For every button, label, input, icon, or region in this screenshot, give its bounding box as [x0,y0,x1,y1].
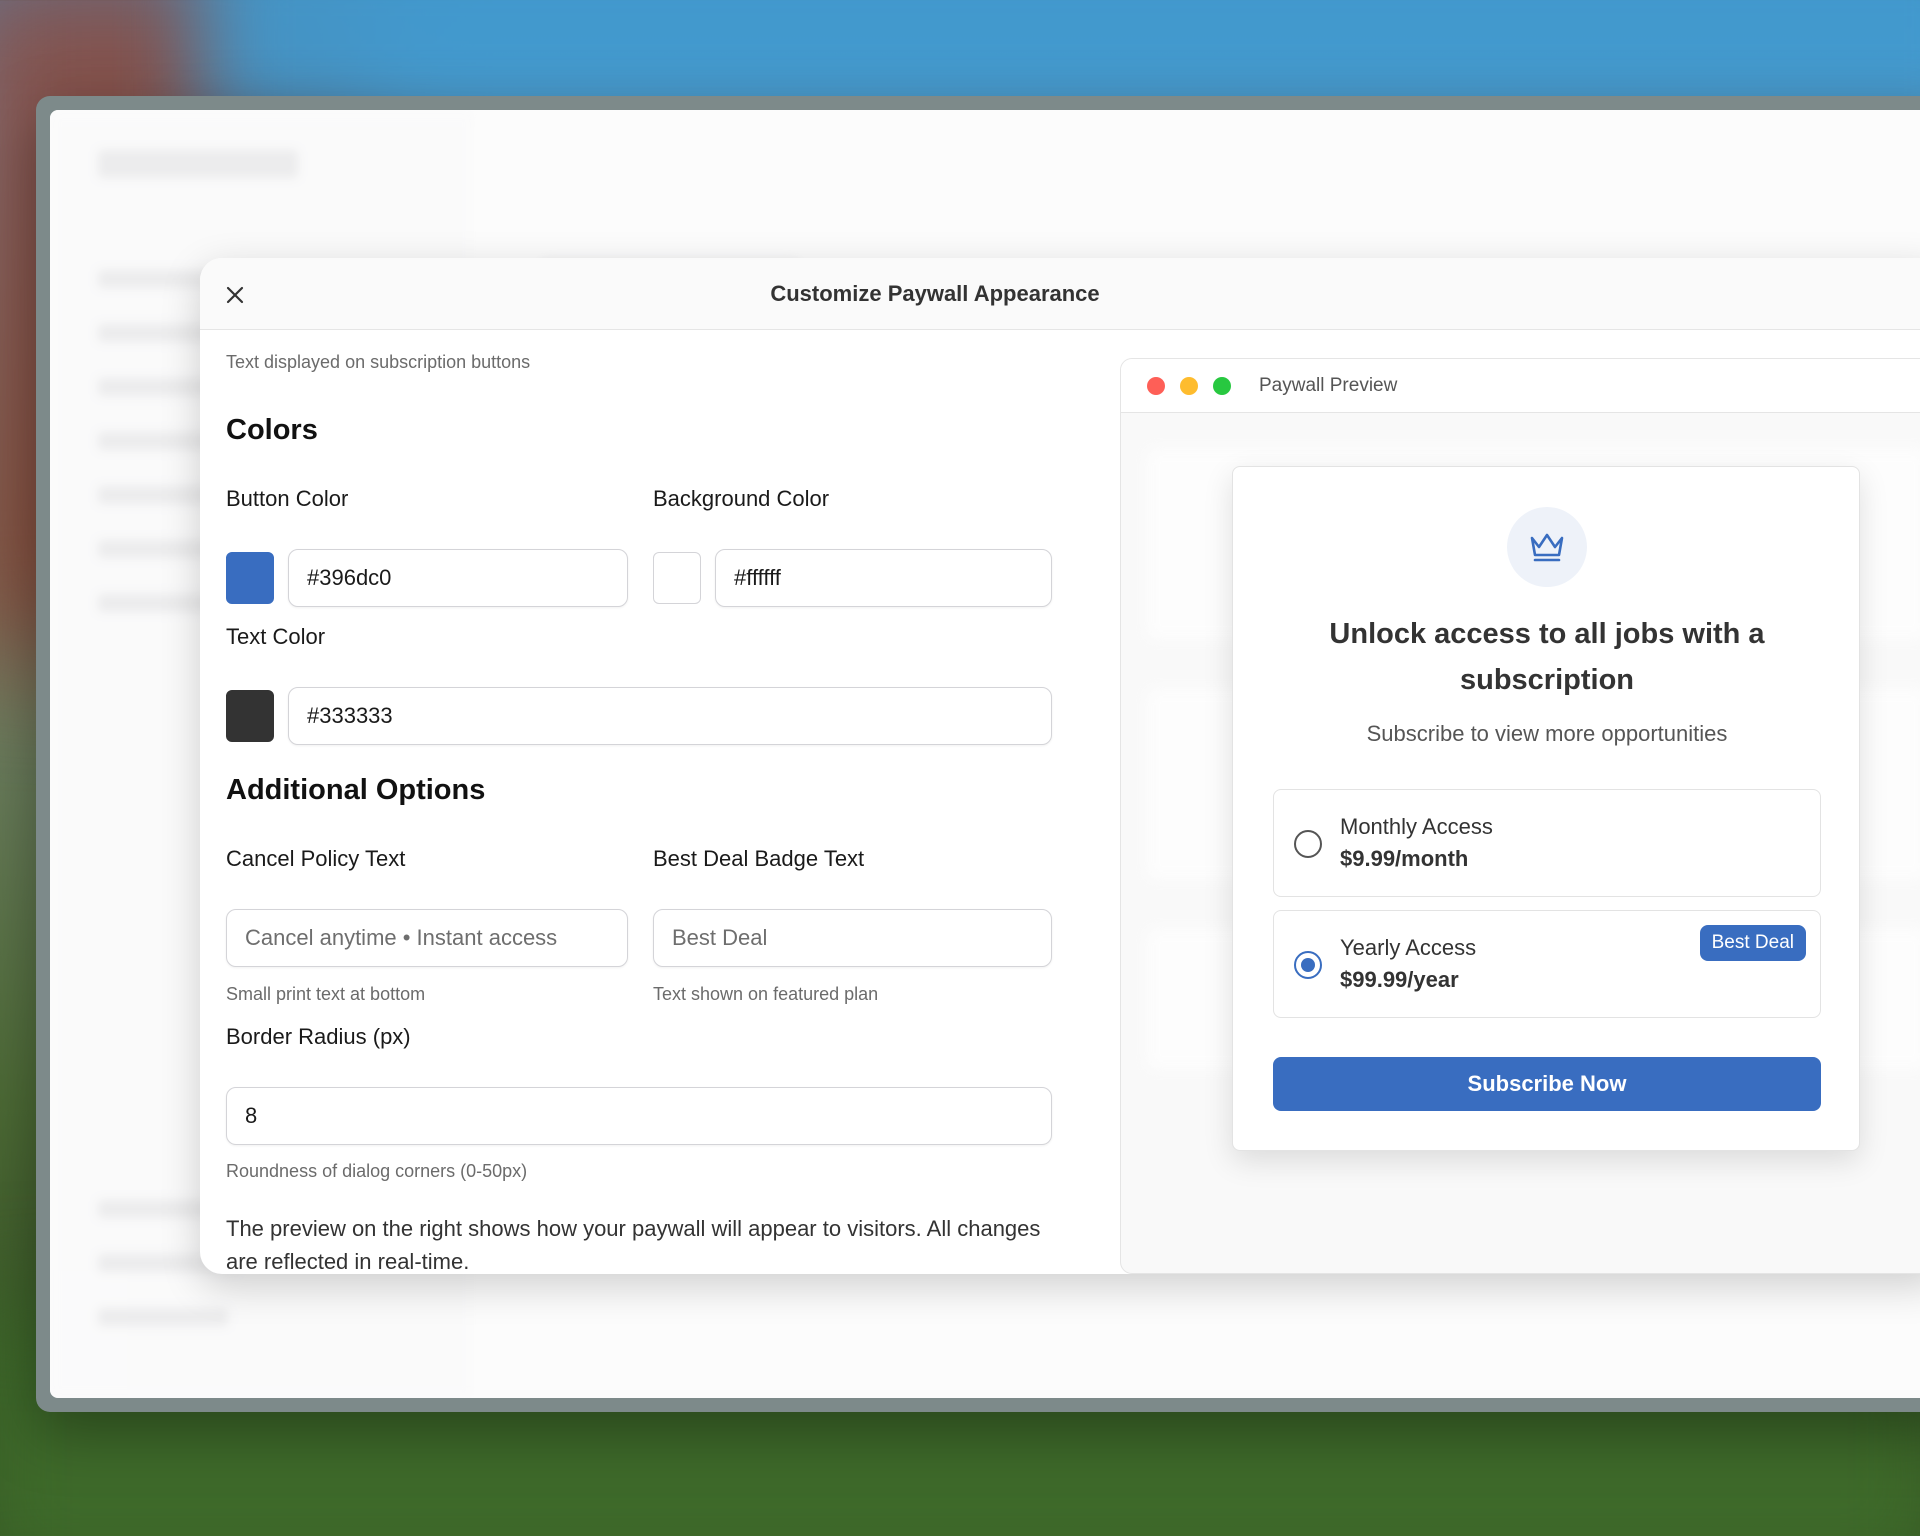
additional-options-title: Additional Options [226,774,486,806]
background-color-swatch[interactable] [653,552,701,604]
best-deal-hint: Text shown on featured plan [653,984,879,1004]
paywall-dialog-preview: Unlock access to all jobs with a subscri… [1232,466,1860,1151]
plan-option-yearly[interactable]: Yearly Access $99.99/year Best Deal [1273,910,1821,1018]
cancel-policy-input[interactable] [226,909,628,967]
preview-titlebar: Paywall Preview [1121,359,1920,413]
text-color-label: Text Color [226,624,326,649]
close-dot-icon [1147,377,1165,395]
border-radius-input[interactable] [226,1087,1052,1145]
crown-icon [1530,533,1564,562]
colors-section-title: Colors [226,414,318,446]
subscribe-now-button[interactable]: Subscribe Now [1273,1057,1821,1111]
settings-form: Text displayed on subscription buttons C… [226,330,1056,1274]
best-deal-input[interactable] [653,909,1052,967]
minimize-dot-icon [1180,377,1198,395]
dialog-header: Customize Paywall Appearance [200,258,1920,330]
paywall-title: Unlock access to all jobs with a subscri… [1329,618,1765,696]
cancel-policy-label: Cancel Policy Text [226,846,406,871]
background-color-input[interactable] [715,549,1052,607]
border-radius-label: Border Radius (px) [226,1024,411,1049]
best-deal-badge: Best Deal [1699,925,1806,961]
text-color-input[interactable] [288,687,1052,745]
plan-name: Yearly Access [1340,935,1477,960]
plan-name: Monthly Access [1340,814,1493,839]
best-deal-label: Best Deal Badge Text [653,846,865,871]
background-color-label: Background Color [653,486,830,511]
plan-price: $9.99/month [1340,846,1469,871]
crown-badge [1507,507,1587,587]
maximize-dot-icon [1213,377,1231,395]
button-text-hint: Text displayed on subscription buttons [226,352,531,372]
paywall-subtitle: Subscribe to view more opportunities [1366,721,1728,746]
preview-window-title: Paywall Preview [1259,375,1398,396]
button-color-label: Button Color [226,486,349,511]
button-color-input[interactable] [288,549,628,607]
dialog-title: Customize Paywall Appearance [770,280,1100,306]
plan-price: $99.99/year [1340,967,1459,992]
text-color-swatch[interactable] [226,690,274,742]
button-color-swatch[interactable] [226,552,274,604]
plan-option-monthly[interactable]: Monthly Access $9.99/month [1273,789,1821,897]
preview-note: The preview on the right shows how your … [226,1216,1041,1274]
cancel-policy-hint: Small print text at bottom [226,984,426,1004]
plan-radio-selected[interactable] [1294,951,1322,979]
border-radius-hint: Roundness of dialog corners (0-50px) [226,1161,528,1181]
plan-radio[interactable] [1294,830,1322,858]
